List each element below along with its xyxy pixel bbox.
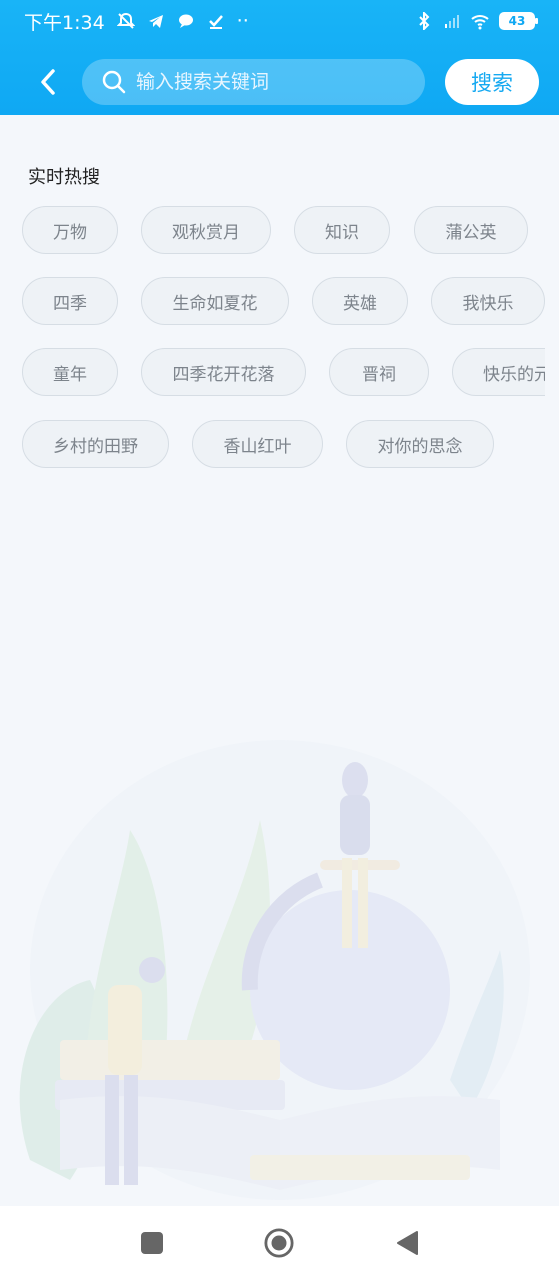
back-arrow-icon: [41, 69, 55, 95]
recent-apps-button[interactable]: [137, 1228, 167, 1258]
search-icon: [102, 70, 126, 94]
hot-tag[interactable]: 蒲公英: [414, 206, 528, 254]
hot-tag[interactable]: 四季花开花落: [141, 348, 306, 396]
check-icon: [208, 15, 223, 29]
status-more-dots: ··: [236, 10, 249, 32]
hot-tag[interactable]: 生命如夏花: [141, 277, 289, 325]
hot-tag[interactable]: 万物: [22, 206, 118, 254]
chat-icon: [178, 14, 193, 28]
search-box[interactable]: [82, 59, 425, 105]
hot-tag[interactable]: 乡村的田野: [22, 420, 169, 468]
hot-tag-list: 万物 观秋赏月 知识 蒲公英 四季 生命如夏花 英雄 我快乐 童年 四季花开花落…: [22, 206, 545, 476]
back-nav-button[interactable]: [392, 1228, 422, 1258]
status-time: 下午1:34: [24, 11, 105, 34]
system-nav-bar: [0, 1206, 559, 1280]
empty-state-illustration: [19, 740, 530, 1200]
hot-tag[interactable]: 知识: [294, 206, 390, 254]
back-nav-icon: [397, 1231, 418, 1255]
top-header: 下午1:34 ·· 43 搜索: [0, 0, 559, 115]
mute-bell-icon: [116, 12, 135, 29]
signal-icon: [445, 15, 459, 28]
hot-tag[interactable]: 四季: [22, 277, 118, 325]
hot-search-title: 实时热搜: [28, 167, 100, 188]
back-button[interactable]: [28, 60, 68, 104]
hot-tag[interactable]: 观秋赏月: [141, 206, 271, 254]
hot-tag[interactable]: 英雄: [312, 277, 408, 325]
hot-tag[interactable]: 快乐的元: [452, 348, 545, 396]
battery-icon: 43: [499, 12, 538, 30]
status-bar: 下午1:34 ·· 43: [0, 0, 559, 42]
search-button[interactable]: 搜索: [445, 59, 539, 105]
hot-tag[interactable]: 童年: [22, 348, 118, 396]
home-button[interactable]: [264, 1228, 294, 1258]
search-input[interactable]: [136, 71, 406, 93]
home-nav-icon: [264, 1228, 294, 1258]
hot-tag[interactable]: 我快乐: [431, 277, 545, 325]
hot-tag[interactable]: 香山红叶: [192, 420, 323, 468]
wifi-icon: [471, 15, 489, 30]
telegram-icon: [148, 15, 163, 28]
hot-tag[interactable]: 对你的思念: [346, 420, 494, 468]
square-nav-icon: [141, 1232, 163, 1254]
hot-tag[interactable]: 晋祠: [329, 348, 429, 396]
bluetooth-icon: [419, 12, 430, 30]
